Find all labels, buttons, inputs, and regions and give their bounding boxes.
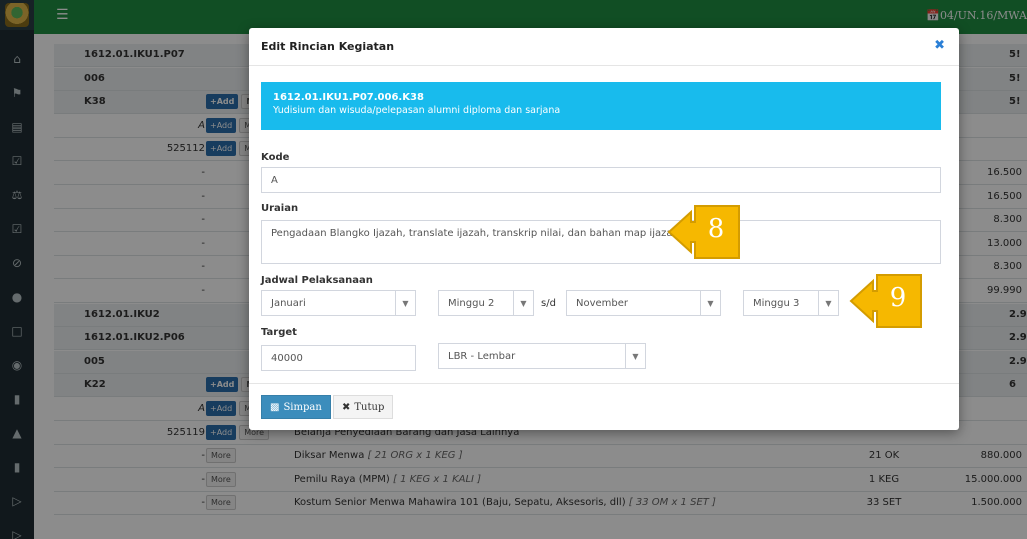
close-x-icon: ✖ [342, 401, 351, 413]
unit-select[interactable]: LBR - Lembar ▼ [438, 343, 646, 369]
chevron-down-icon: ▼ [395, 291, 415, 315]
end-week-value: Minggu 3 [753, 298, 800, 309]
callout-9-text: 9 [889, 283, 907, 313]
save-button-label: Simpan [283, 401, 322, 413]
start-month-select[interactable]: Januari ▼ [261, 290, 416, 316]
callout-number-8: 8 [698, 214, 738, 254]
target-value: 40000 [271, 353, 303, 364]
start-month-value: Januari [271, 298, 306, 309]
activity-info-box: 1612.01.IKU1.P07.006.K38 Yudisium dan wi… [261, 82, 941, 130]
modal-footer-divider [249, 383, 959, 384]
date-range-separator: s/d [541, 298, 556, 309]
kode-label: Kode [261, 152, 290, 163]
edit-detail-modal: Edit Rincian Kegiatan ✖ 1612.01.IKU1.P07… [249, 28, 959, 430]
modal-title: Edit Rincian Kegiatan [261, 40, 395, 53]
uraian-label: Uraian [261, 203, 299, 214]
unit-value: LBR - Lembar [448, 351, 516, 362]
uraian-textarea[interactable]: Pengadaan Blangko Ijazah, translate ijaz… [261, 220, 941, 264]
chevron-down-icon: ▼ [818, 291, 838, 315]
modal-header: Edit Rincian Kegiatan ✖ [249, 28, 959, 66]
close-icon[interactable]: ✖ [934, 38, 945, 53]
chevron-down-icon: ▼ [700, 291, 720, 315]
target-input[interactable]: 40000 [261, 345, 416, 371]
activity-code: 1612.01.IKU1.P07.006.K38 [273, 92, 424, 103]
start-week-value: Minggu 2 [448, 298, 495, 309]
callout-number-9: 9 [880, 283, 920, 323]
chevron-down-icon: ▼ [625, 344, 645, 368]
kode-value: A [271, 175, 278, 186]
start-week-select[interactable]: Minggu 2 ▼ [438, 290, 534, 316]
end-week-select[interactable]: Minggu 3 ▼ [743, 290, 839, 316]
uraian-value: Pengadaan Blangko Ijazah, translate ijaz… [271, 228, 679, 239]
floppy-disk-icon: ▩ [270, 401, 280, 413]
kode-input[interactable]: A [261, 167, 941, 193]
callout-8-text: 8 [707, 214, 725, 244]
end-month-value: November [576, 298, 629, 309]
target-label: Target [261, 327, 297, 338]
end-month-select[interactable]: November ▼ [566, 290, 721, 316]
close-button[interactable]: ✖ Tutup [333, 395, 394, 419]
chevron-down-icon: ▼ [513, 291, 533, 315]
activity-description: Yudisium dan wisuda/pelepasan alumni dip… [273, 105, 561, 116]
save-button[interactable]: ▩ Simpan [261, 395, 331, 419]
jadwal-label: Jadwal Pelaksanaan [261, 275, 373, 286]
close-button-label: Tutup [354, 401, 385, 413]
